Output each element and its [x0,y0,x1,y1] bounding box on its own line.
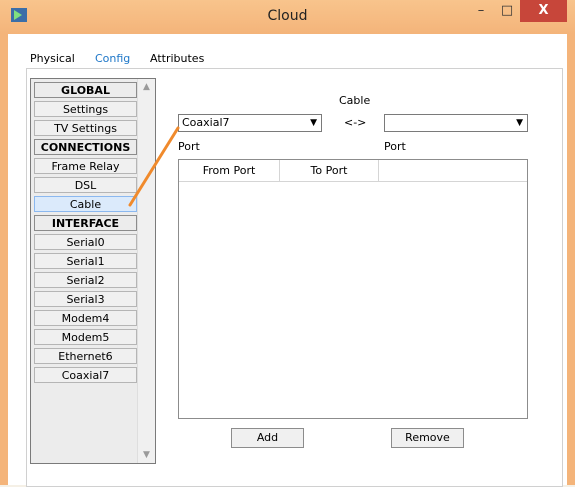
maximize-button[interactable]: □ [494,0,520,22]
port-mapping-table: From Port To Port [178,159,528,419]
sidebar-item-ethernet6[interactable]: Ethernet6 [34,348,137,364]
sidebar-list: GLOBAL Settings TV Settings CONNECTIONS … [30,78,156,464]
sidebar-item-serial1[interactable]: Serial1 [34,253,137,269]
right-cable-select[interactable]: ▼ [384,114,528,132]
sidebar-item-coaxial7[interactable]: Coaxial7 [34,367,137,383]
sidebar-scrollbar[interactable]: ▲ ▼ [137,79,155,463]
scroll-up-icon[interactable]: ▲ [138,79,155,95]
tab-physical[interactable]: Physical [30,52,75,65]
close-button[interactable]: X [520,0,567,22]
sidebar-item-cable[interactable]: Cable [34,196,137,212]
sidebar-item-modem5[interactable]: Modem5 [34,329,137,345]
sidebar-item-frame-relay[interactable]: Frame Relay [34,158,137,174]
remove-button[interactable]: Remove [391,428,464,448]
bidirectional-arrow-label: <-> [344,116,367,129]
minimize-button[interactable]: – [468,0,494,22]
cable-label: Cable [339,94,371,107]
sidebar-item-serial3[interactable]: Serial3 [34,291,137,307]
table-header: From Port To Port [179,160,527,182]
title-bar: Cloud – □ X [0,0,575,34]
chevron-down-icon: ▼ [516,118,523,128]
port-label-left: Port [178,140,200,153]
left-select-value: Coaxial7 [182,116,230,129]
scroll-down-icon[interactable]: ▼ [138,447,155,463]
port-label-right: Port [384,140,406,153]
tab-config[interactable]: Config [95,52,130,65]
sidebar-item-tv-settings[interactable]: TV Settings [34,120,137,136]
chevron-down-icon: ▼ [310,118,317,128]
sidebar-header-interface: INTERFACE [34,215,137,231]
sidebar-item-serial2[interactable]: Serial2 [34,272,137,288]
add-button[interactable]: Add [231,428,304,448]
column-header-from-port: From Port [179,160,280,181]
tab-attributes[interactable]: Attributes [150,52,204,65]
sidebar-header-global: GLOBAL [34,82,137,98]
sidebar-item-settings[interactable]: Settings [34,101,137,117]
sidebar-header-connections: CONNECTIONS [34,139,137,155]
sidebar-item-serial0[interactable]: Serial0 [34,234,137,250]
sidebar-item-modem4[interactable]: Modem4 [34,310,137,326]
column-header-to-port: To Port [280,160,379,181]
left-cable-select[interactable]: Coaxial7 ▼ [178,114,322,132]
sidebar-item-dsl[interactable]: DSL [34,177,137,193]
